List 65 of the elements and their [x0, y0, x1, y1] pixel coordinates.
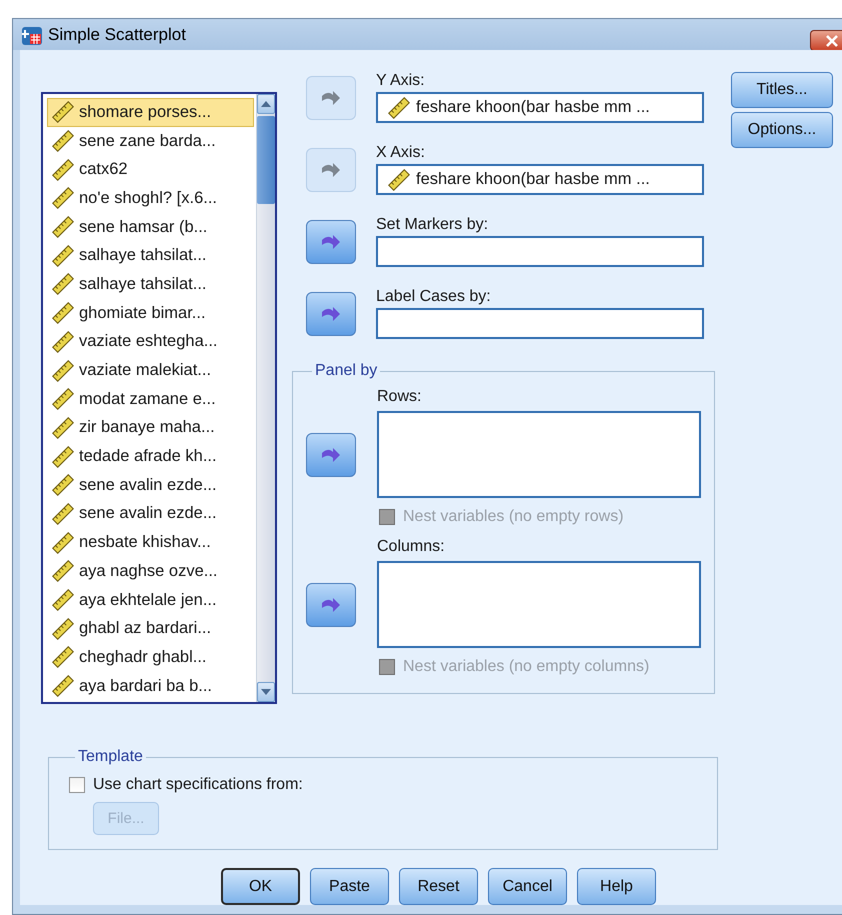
variable-item[interactable]: ghomiate bimar...	[47, 298, 254, 328]
move-arrow-button[interactable]	[306, 582, 356, 626]
variable-item[interactable]: salhaye tahsilat...	[47, 270, 254, 299]
variable-item[interactable]: ghabl az bardari...	[47, 614, 254, 644]
dialog-button[interactable]: Help	[577, 868, 656, 905]
move-arrow-button[interactable]	[306, 432, 356, 476]
dialog-button[interactable]: Titles...	[731, 72, 833, 108]
scrollbar-thumb[interactable]	[257, 116, 275, 204]
curved-arrow-icon	[321, 89, 341, 107]
field-label: Y Axis:	[376, 72, 426, 90]
variable-item[interactable]: aya ekhtelale jen...	[47, 586, 254, 614]
group-title: Template	[77, 748, 144, 766]
variable-list-field[interactable]	[377, 411, 701, 498]
field-label: Set Markers by:	[376, 216, 490, 234]
move-arrow-button[interactable]	[306, 76, 356, 120]
variable-item[interactable]: cheghadr ghabl...	[47, 643, 254, 672]
variable-item[interactable]: sene zane barda...	[47, 126, 254, 156]
field-label: Label Cases by:	[376, 288, 492, 306]
checkbox-label: Nest variables (no empty columns)	[403, 658, 650, 676]
variable-item[interactable]: vaziate eshtegha...	[47, 328, 254, 356]
variable-item[interactable]: aya bardari ba b...	[47, 672, 254, 700]
field-label: Rows:	[377, 388, 422, 405]
dialog-button[interactable]: Paste	[310, 868, 389, 905]
variable-item[interactable]: zir banaye maha...	[47, 414, 254, 442]
curved-arrow-icon	[321, 161, 341, 179]
variable-item[interactable]: sene hamsar (b...	[47, 212, 254, 242]
group-title: Panel by	[314, 362, 378, 380]
curved-arrow-icon	[321, 233, 341, 251]
variable-item[interactable]: sene avalin ezde...	[47, 470, 254, 500]
checkbox[interactable]	[69, 777, 85, 793]
variable-item[interactable]: vaziate malekiat...	[47, 356, 254, 385]
move-arrow-button[interactable]	[306, 220, 356, 264]
dialog-button[interactable]: Cancel	[488, 868, 567, 905]
close-icon	[824, 34, 838, 46]
variable-field[interactable]: feshare khoon(bar hasbe mm ...	[376, 92, 704, 123]
scroll-down-icon	[261, 689, 271, 695]
variable-item[interactable]: shomare porses...	[47, 98, 254, 127]
variable-field[interactable]	[376, 236, 704, 267]
variable-field[interactable]	[376, 308, 704, 339]
checkbox-label: Nest variables (no empty rows)	[403, 508, 624, 526]
variable-item[interactable]: aya naghse ozve...	[47, 557, 254, 586]
move-arrow-button[interactable]	[306, 292, 356, 336]
variable-item[interactable]: no'e shoghl? [x.6...	[47, 184, 254, 213]
scrollbar[interactable]	[256, 94, 275, 702]
dialog-button[interactable]: Reset	[399, 868, 478, 905]
curved-arrow-icon	[321, 596, 341, 614]
variable-item[interactable]: nesbate khishav...	[47, 528, 254, 557]
variable-item[interactable]: sene avalin ezde...	[47, 500, 254, 528]
curved-arrow-icon	[321, 446, 341, 464]
field-label: X Axis:	[376, 144, 426, 162]
move-arrow-button[interactable]	[306, 148, 356, 192]
dialog-button[interactable]: Options...	[731, 112, 833, 148]
variable-item[interactable]: catx62	[47, 155, 254, 184]
scroll-up-icon	[261, 101, 271, 107]
variable-item[interactable]: modat zamane e...	[47, 384, 254, 414]
variable-list-field[interactable]	[377, 561, 701, 648]
curved-arrow-icon	[321, 305, 341, 323]
variable-field[interactable]: feshare khoon(bar hasbe mm ...	[376, 164, 704, 195]
field-label: Columns:	[377, 538, 445, 555]
variable-item[interactable]: tedade afrade kh...	[47, 442, 254, 471]
close-button[interactable]	[810, 30, 842, 51]
window-title: Simple Scatterplot	[48, 24, 186, 44]
dialog-button[interactable]: OK	[221, 868, 300, 905]
variable-item[interactable]: salhaye tahsilat...	[47, 241, 254, 270]
checkbox-label: Use chart specifications from:	[93, 776, 303, 794]
